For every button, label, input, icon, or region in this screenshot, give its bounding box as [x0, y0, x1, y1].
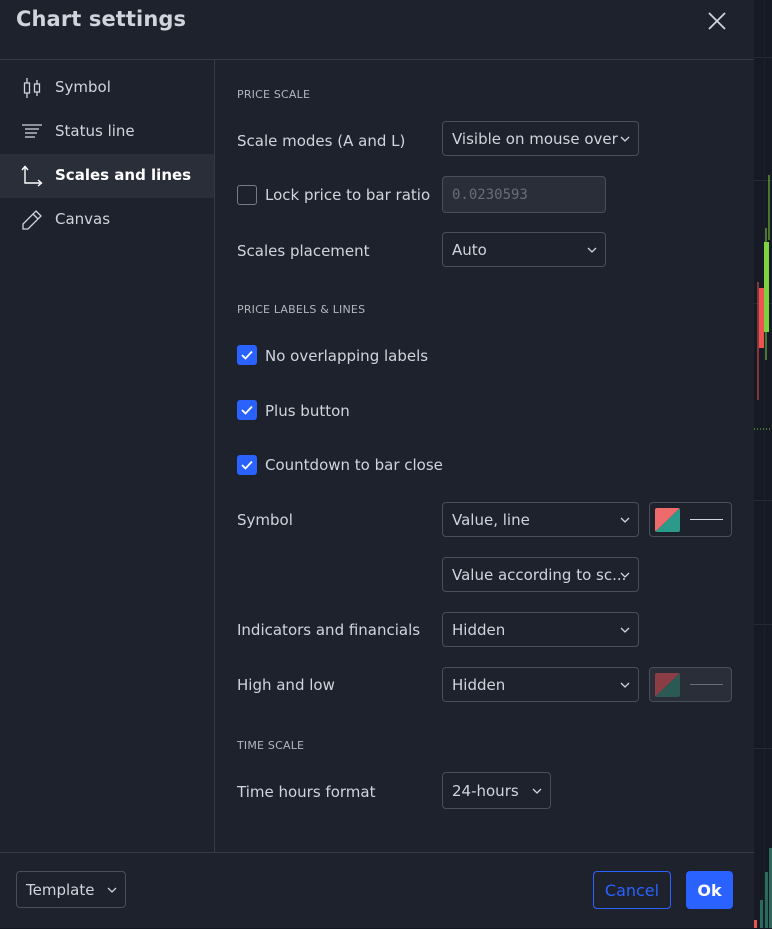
high-low-value: Hidden [452, 676, 506, 694]
checkmark-icon [241, 405, 253, 415]
chart-settings-dialog: Chart settings Symbol Status line Scales… [0, 0, 754, 928]
indicators-label: Indicators and financials [237, 621, 421, 639]
close-icon [708, 12, 726, 30]
scales-placement-value: Auto [452, 241, 487, 259]
sidebar-item-symbol[interactable]: Symbol [0, 66, 214, 110]
scales-placement-label: Scales placement [237, 242, 370, 260]
chevron-down-icon [620, 517, 630, 523]
plus-button-checkbox[interactable] [237, 400, 257, 420]
chevron-down-icon [620, 682, 630, 688]
line-style-sample [690, 684, 723, 685]
sidebar-item-label: Status line [55, 122, 135, 140]
axes-icon [21, 165, 43, 187]
sidebar-item-scales-and-lines[interactable]: Scales and lines [0, 154, 214, 198]
sidebar-item-canvas[interactable]: Canvas [0, 198, 214, 242]
plus-button-label: Plus button [265, 402, 350, 420]
lock-ratio-input: 0.0230593 [442, 176, 606, 213]
countdown-label: Countdown to bar close [265, 456, 443, 474]
indicators-value: Hidden [452, 621, 506, 639]
dialog-header: Chart settings [0, 0, 754, 60]
scale-modes-select[interactable]: Visible on mouse over [442, 121, 639, 156]
high-low-color-picker [649, 667, 732, 702]
indicators-select[interactable]: Hidden [442, 612, 639, 647]
no-overlap-checkbox[interactable] [237, 345, 257, 365]
symbol-value-mode: Value according to sc... [452, 566, 627, 584]
checkmark-icon [241, 460, 253, 470]
chevron-down-icon [620, 627, 630, 633]
dialog-title: Chart settings [16, 7, 187, 31]
settings-content: PRICE SCALE Scale modes (A and L) Visibl… [215, 60, 754, 852]
chevron-down-icon [587, 247, 597, 253]
scale-modes-label: Scale modes (A and L) [237, 132, 406, 150]
color-swatch [655, 673, 680, 697]
hours-format-value: 24-hours [452, 782, 519, 800]
hours-format-select[interactable]: 24-hours [442, 772, 551, 809]
hours-format-label: Time hours format [237, 783, 376, 801]
template-select[interactable]: Template [16, 871, 126, 908]
settings-sidebar: Symbol Status line Scales and lines Canv… [0, 60, 215, 852]
chevron-down-icon [107, 887, 117, 893]
status-line-icon [22, 124, 42, 138]
symbol-color-picker[interactable] [649, 502, 732, 537]
checkmark-icon [241, 350, 253, 360]
high-low-select[interactable]: Hidden [442, 667, 639, 702]
chart-background [754, 0, 772, 928]
line-style-sample [690, 519, 723, 520]
sidebar-item-label: Canvas [55, 210, 111, 228]
symbol-label-value: Value, line [452, 511, 530, 529]
price-scale-section-title: PRICE SCALE [237, 88, 311, 101]
sidebar-item-status-line[interactable]: Status line [0, 110, 214, 154]
chevron-down-icon [620, 572, 630, 578]
symbol-label: Symbol [237, 511, 293, 529]
scale-modes-value: Visible on mouse over [452, 130, 618, 148]
chevron-down-icon [620, 136, 630, 142]
countdown-checkbox[interactable] [237, 455, 257, 475]
lock-ratio-value: 0.0230593 [452, 187, 528, 203]
price-labels-section-title: PRICE LABELS & LINES [237, 303, 366, 316]
time-scale-section-title: TIME SCALE [237, 739, 305, 752]
sidebar-item-label: Symbol [55, 78, 111, 96]
template-label: Template [26, 881, 95, 899]
no-overlap-label: No overlapping labels [265, 347, 429, 365]
candlestick-icon [23, 78, 41, 98]
lock-ratio-label: Lock price to bar ratio [265, 186, 431, 204]
ok-button[interactable]: Ok [686, 871, 733, 909]
symbol-label-select[interactable]: Value, line [442, 502, 639, 537]
symbol-value-mode-select[interactable]: Value according to sc... [442, 557, 639, 592]
chevron-down-icon [532, 788, 542, 794]
sidebar-item-label: Scales and lines [55, 166, 192, 184]
close-button[interactable] [702, 6, 732, 36]
scales-placement-select[interactable]: Auto [442, 232, 606, 267]
dialog-footer: Template Cancel Ok [0, 852, 754, 929]
lock-ratio-checkbox[interactable] [237, 185, 257, 205]
chart-candles [754, 175, 772, 928]
high-low-label: High and low [237, 676, 335, 694]
pencil-icon [22, 210, 42, 230]
cancel-button[interactable]: Cancel [593, 871, 671, 909]
color-swatch [655, 508, 680, 532]
